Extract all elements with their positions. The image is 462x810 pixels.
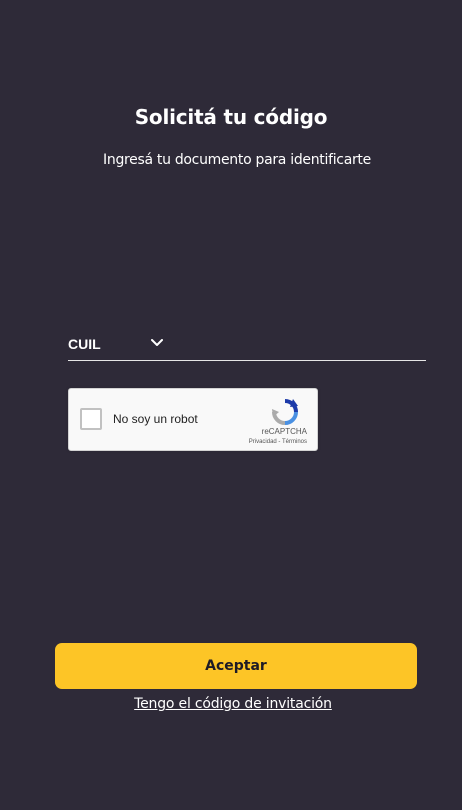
recaptcha-brand: reCAPTCHA [261, 427, 307, 436]
page-subtitle: Ingresá tu documento para identificarte [103, 152, 371, 168]
recaptcha-logo-icon [272, 399, 298, 425]
invitation-code-link[interactable]: Tengo el código de invitación [0, 696, 462, 712]
recaptcha-privacy-link[interactable]: Privacidad [249, 439, 277, 445]
page-title: Solicitá tu código [134, 105, 328, 129]
accept-button[interactable]: Aceptar [55, 643, 417, 689]
document-type-select[interactable]: CUIL [68, 330, 426, 361]
recaptcha-widget: No soy un robot reCAPTCHA Privacidad - T… [68, 388, 318, 451]
recaptcha-checkbox[interactable] [80, 408, 102, 430]
recaptcha-links: Privacidad - Términos [249, 439, 307, 445]
document-type-value: CUIL [68, 336, 101, 352]
chevron-down-icon[interactable] [151, 339, 163, 347]
recaptcha-terms-link[interactable]: Términos [282, 439, 307, 445]
recaptcha-label: No soy un robot [113, 412, 198, 426]
